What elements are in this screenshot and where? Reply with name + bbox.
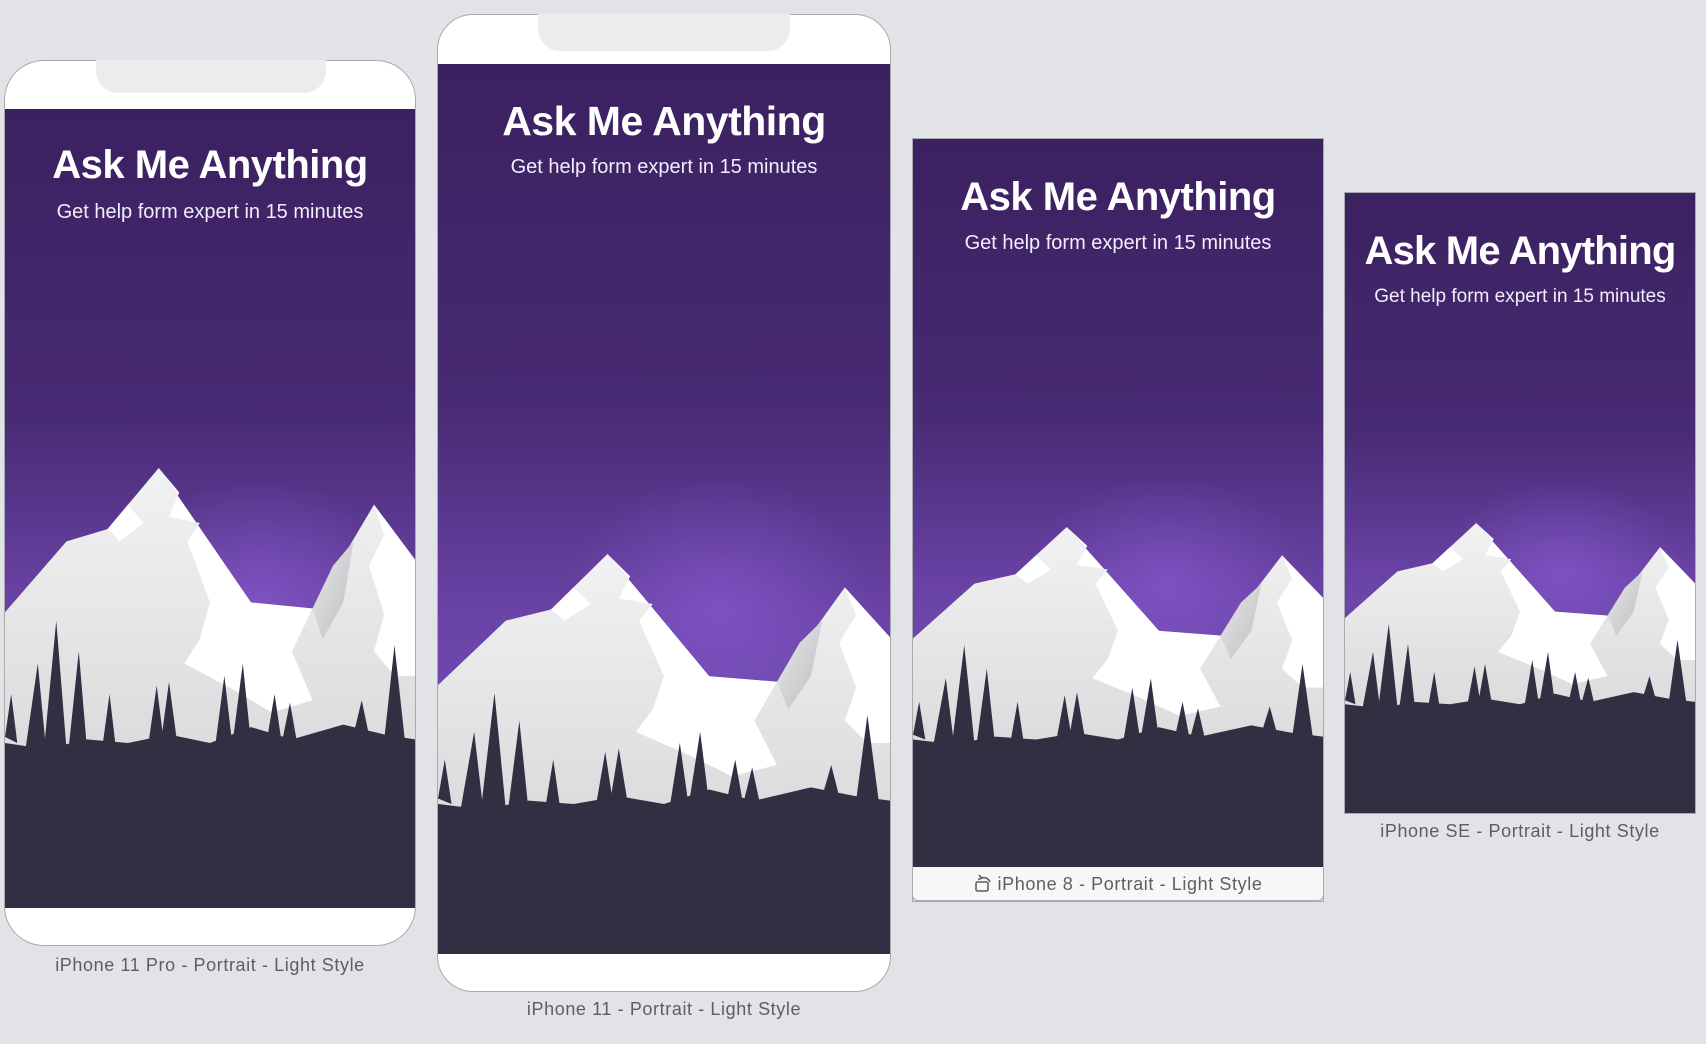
device-label: iPhone 11 Pro - Portrait - Light Style (55, 955, 365, 975)
device-notch (538, 14, 790, 51)
device-label: iPhone 11 - Portrait - Light Style (526, 999, 802, 1019)
device-notch (96, 60, 326, 93)
app-title: Ask Me Anything (960, 175, 1276, 219)
app-title: Ask Me Anything (502, 98, 826, 144)
mountain-scene (438, 554, 890, 954)
rotate-device-icon[interactable] (974, 873, 994, 893)
app-screen[interactable]: Ask Me Anything Get help form expert in … (1345, 193, 1695, 813)
app-subtitle: Get help form expert in 15 minutes (964, 232, 1272, 254)
device-label: iPhone SE - Portrait - Light Style (1380, 821, 1660, 841)
app-title: Ask Me Anything (52, 143, 368, 187)
device-label: iPhone 8 - Portrait - Light Style (997, 874, 1263, 894)
app-subtitle: Get help form expert in 15 minutes (510, 156, 818, 178)
device-iphone-8[interactable]: Ask Me Anything Get help form expert in … (912, 138, 1324, 902)
device-iphone-se[interactable]: Ask Me Anything Get help form expert in … (1344, 192, 1696, 841)
app-screen[interactable]: Ask Me Anything Get help form expert in … (438, 64, 890, 954)
app-subtitle: Get help form expert in 15 minutes (56, 201, 364, 223)
app-title: Ask Me Anything (1364, 229, 1677, 273)
app-screen[interactable]: Ask Me Anything Get help form expert in … (5, 109, 415, 908)
app-screen[interactable]: Ask Me Anything Get help form expert in … (913, 139, 1323, 867)
mountain-scene (1345, 523, 1695, 813)
mountain-scene (913, 527, 1323, 867)
app-subtitle: Get help form expert in 15 minutes (1374, 286, 1666, 307)
device-label-row: iPhone 8 - Portrait - Light Style (912, 873, 1324, 895)
device-iphone-11-pro[interactable]: Ask Me Anything Get help form expert in … (4, 60, 416, 975)
device-iphone-11[interactable]: Ask Me Anything Get help form expert in … (437, 14, 891, 1019)
mountain-scene (5, 468, 415, 908)
